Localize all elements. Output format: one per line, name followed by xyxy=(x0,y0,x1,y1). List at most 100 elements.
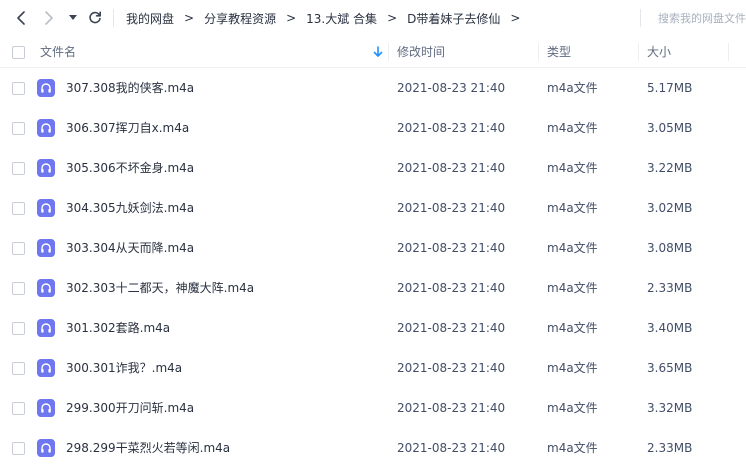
toolbar: 我的网盘 > 分享教程资源 > 13.大斌 合集 > D带着妹子去修仙 > xyxy=(0,0,746,36)
file-row[interactable]: 307.308我的侠客.m4a 2021-08-23 21:40 m4a文件 5… xyxy=(0,68,746,108)
breadcrumb-separator: > xyxy=(184,11,195,25)
search-divider xyxy=(640,9,641,27)
file-name[interactable]: 300.301诈我？.m4a xyxy=(66,348,182,388)
audio-file-icon xyxy=(37,119,55,137)
file-size: 2.33MB xyxy=(647,281,693,295)
headphones-icon xyxy=(41,283,51,293)
file-type: m4a文件 xyxy=(547,161,598,175)
audio-file-icon xyxy=(37,359,55,377)
row-checkbox[interactable] xyxy=(12,202,25,215)
row-checkbox[interactable] xyxy=(12,162,25,175)
refresh-button[interactable] xyxy=(84,6,106,30)
breadcrumb-item-root[interactable]: 我的网盘 xyxy=(126,10,174,27)
file-row[interactable]: 301.302套路.m4a 2021-08-23 21:40 m4a文件 3.4… xyxy=(0,308,746,348)
caret-down-icon xyxy=(69,15,77,20)
breadcrumb-item-current[interactable]: D带着妹子去修仙 xyxy=(407,10,500,27)
file-row[interactable]: 302.303十二都天，神魔大阵.m4a 2021-08-23 21:40 m4… xyxy=(0,268,746,308)
file-name[interactable]: 302.303十二都天，神魔大阵.m4a xyxy=(66,268,254,308)
breadcrumb-separator: > xyxy=(286,11,297,25)
file-modified-time: 2021-08-23 21:40 xyxy=(397,201,506,215)
headphones-icon xyxy=(41,403,51,413)
file-row[interactable]: 304.305九妖剑法.m4a 2021-08-23 21:40 m4a文件 3… xyxy=(0,188,746,228)
file-modified-time: 2021-08-23 21:40 xyxy=(397,241,506,255)
audio-file-icon xyxy=(37,159,55,177)
file-name[interactable]: 298.299干菜烈火若等闲.m4a xyxy=(66,428,230,468)
file-name[interactable]: 306.307挥刀自x.m4a xyxy=(66,108,189,148)
row-checkbox[interactable] xyxy=(12,442,25,455)
column-divider[interactable] xyxy=(638,43,639,61)
file-type: m4a文件 xyxy=(547,241,598,255)
file-type: m4a文件 xyxy=(547,201,598,215)
headphones-icon xyxy=(41,323,51,333)
file-type: m4a文件 xyxy=(547,401,598,415)
chevron-left-icon xyxy=(17,11,25,25)
forward-button[interactable] xyxy=(38,6,60,30)
column-header-type[interactable]: 类型 xyxy=(547,37,571,67)
column-divider[interactable] xyxy=(538,43,539,61)
file-name[interactable]: 307.308我的侠客.m4a xyxy=(66,68,194,108)
file-row[interactable]: 298.299干菜烈火若等闲.m4a 2021-08-23 21:40 m4a文… xyxy=(0,428,746,468)
file-size: 3.32MB xyxy=(647,401,693,415)
headphones-icon xyxy=(41,123,51,133)
chevron-right-icon xyxy=(45,11,53,25)
file-type: m4a文件 xyxy=(547,441,598,455)
file-modified-time: 2021-08-23 21:40 xyxy=(397,401,506,415)
file-name[interactable]: 305.306不坏金身.m4a xyxy=(66,148,194,188)
audio-file-icon xyxy=(37,439,55,457)
file-row[interactable]: 300.301诈我？.m4a 2021-08-23 21:40 m4a文件 3.… xyxy=(0,348,746,388)
file-modified-time: 2021-08-23 21:40 xyxy=(397,321,506,335)
file-name[interactable]: 304.305九妖剑法.m4a xyxy=(66,188,194,228)
row-checkbox[interactable] xyxy=(12,362,25,375)
row-checkbox[interactable] xyxy=(12,242,25,255)
search-input[interactable] xyxy=(650,8,746,28)
headphones-icon xyxy=(41,203,51,213)
audio-file-icon xyxy=(37,199,55,217)
file-modified-time: 2021-08-23 21:40 xyxy=(397,281,506,295)
audio-file-icon xyxy=(37,79,55,97)
toolbar-divider xyxy=(113,9,114,27)
row-checkbox[interactable] xyxy=(12,282,25,295)
file-size: 3.65MB xyxy=(647,361,693,375)
headphones-icon xyxy=(41,163,51,173)
row-checkbox[interactable] xyxy=(12,402,25,415)
history-dropdown-button[interactable] xyxy=(66,6,80,30)
column-divider[interactable] xyxy=(728,43,729,61)
file-type: m4a文件 xyxy=(547,361,598,375)
file-name[interactable]: 303.304从天而降.m4a xyxy=(66,228,194,268)
row-checkbox[interactable] xyxy=(12,122,25,135)
breadcrumb: 我的网盘 > 分享教程资源 > 13.大斌 合集 > D带着妹子去修仙 > xyxy=(126,0,520,36)
column-header-size[interactable]: 大小 xyxy=(647,37,671,67)
headphones-icon xyxy=(41,243,51,253)
headphones-icon xyxy=(41,443,51,453)
breadcrumb-separator: > xyxy=(387,11,398,25)
breadcrumb-item-collection[interactable]: 13.大斌 合集 xyxy=(306,10,377,27)
select-all-checkbox[interactable] xyxy=(12,46,25,59)
file-name[interactable]: 301.302套路.m4a xyxy=(66,308,170,348)
row-checkbox[interactable] xyxy=(12,82,25,95)
file-size: 3.05MB xyxy=(647,121,693,135)
row-checkbox[interactable] xyxy=(12,322,25,335)
column-divider[interactable] xyxy=(388,43,389,61)
audio-file-icon xyxy=(37,399,55,417)
breadcrumb-item-share[interactable]: 分享教程资源 xyxy=(204,10,276,27)
file-size: 3.22MB xyxy=(647,161,693,175)
file-name[interactable]: 299.300开刀问斩.m4a xyxy=(66,388,194,428)
back-button[interactable] xyxy=(10,6,32,30)
file-modified-time: 2021-08-23 21:40 xyxy=(397,361,506,375)
headphones-icon xyxy=(41,363,51,373)
file-size: 2.33MB xyxy=(647,441,693,455)
sort-down-arrow-icon[interactable] xyxy=(372,46,384,58)
column-header-name[interactable]: 文件名 xyxy=(40,37,76,67)
file-row[interactable]: 306.307挥刀自x.m4a 2021-08-23 21:40 m4a文件 3… xyxy=(0,108,746,148)
audio-file-icon xyxy=(37,319,55,337)
file-row[interactable]: 303.304从天而降.m4a 2021-08-23 21:40 m4a文件 3… xyxy=(0,228,746,268)
headphones-icon xyxy=(41,83,51,93)
file-row[interactable]: 299.300开刀问斩.m4a 2021-08-23 21:40 m4a文件 3… xyxy=(0,388,746,428)
file-modified-time: 2021-08-23 21:40 xyxy=(397,441,506,455)
column-header-time[interactable]: 修改时间 xyxy=(397,37,445,67)
file-row[interactable]: 305.306不坏金身.m4a 2021-08-23 21:40 m4a文件 3… xyxy=(0,148,746,188)
audio-file-icon xyxy=(37,239,55,257)
file-list: 307.308我的侠客.m4a 2021-08-23 21:40 m4a文件 5… xyxy=(0,68,746,468)
file-type: m4a文件 xyxy=(547,81,598,95)
file-size: 3.40MB xyxy=(647,321,693,335)
